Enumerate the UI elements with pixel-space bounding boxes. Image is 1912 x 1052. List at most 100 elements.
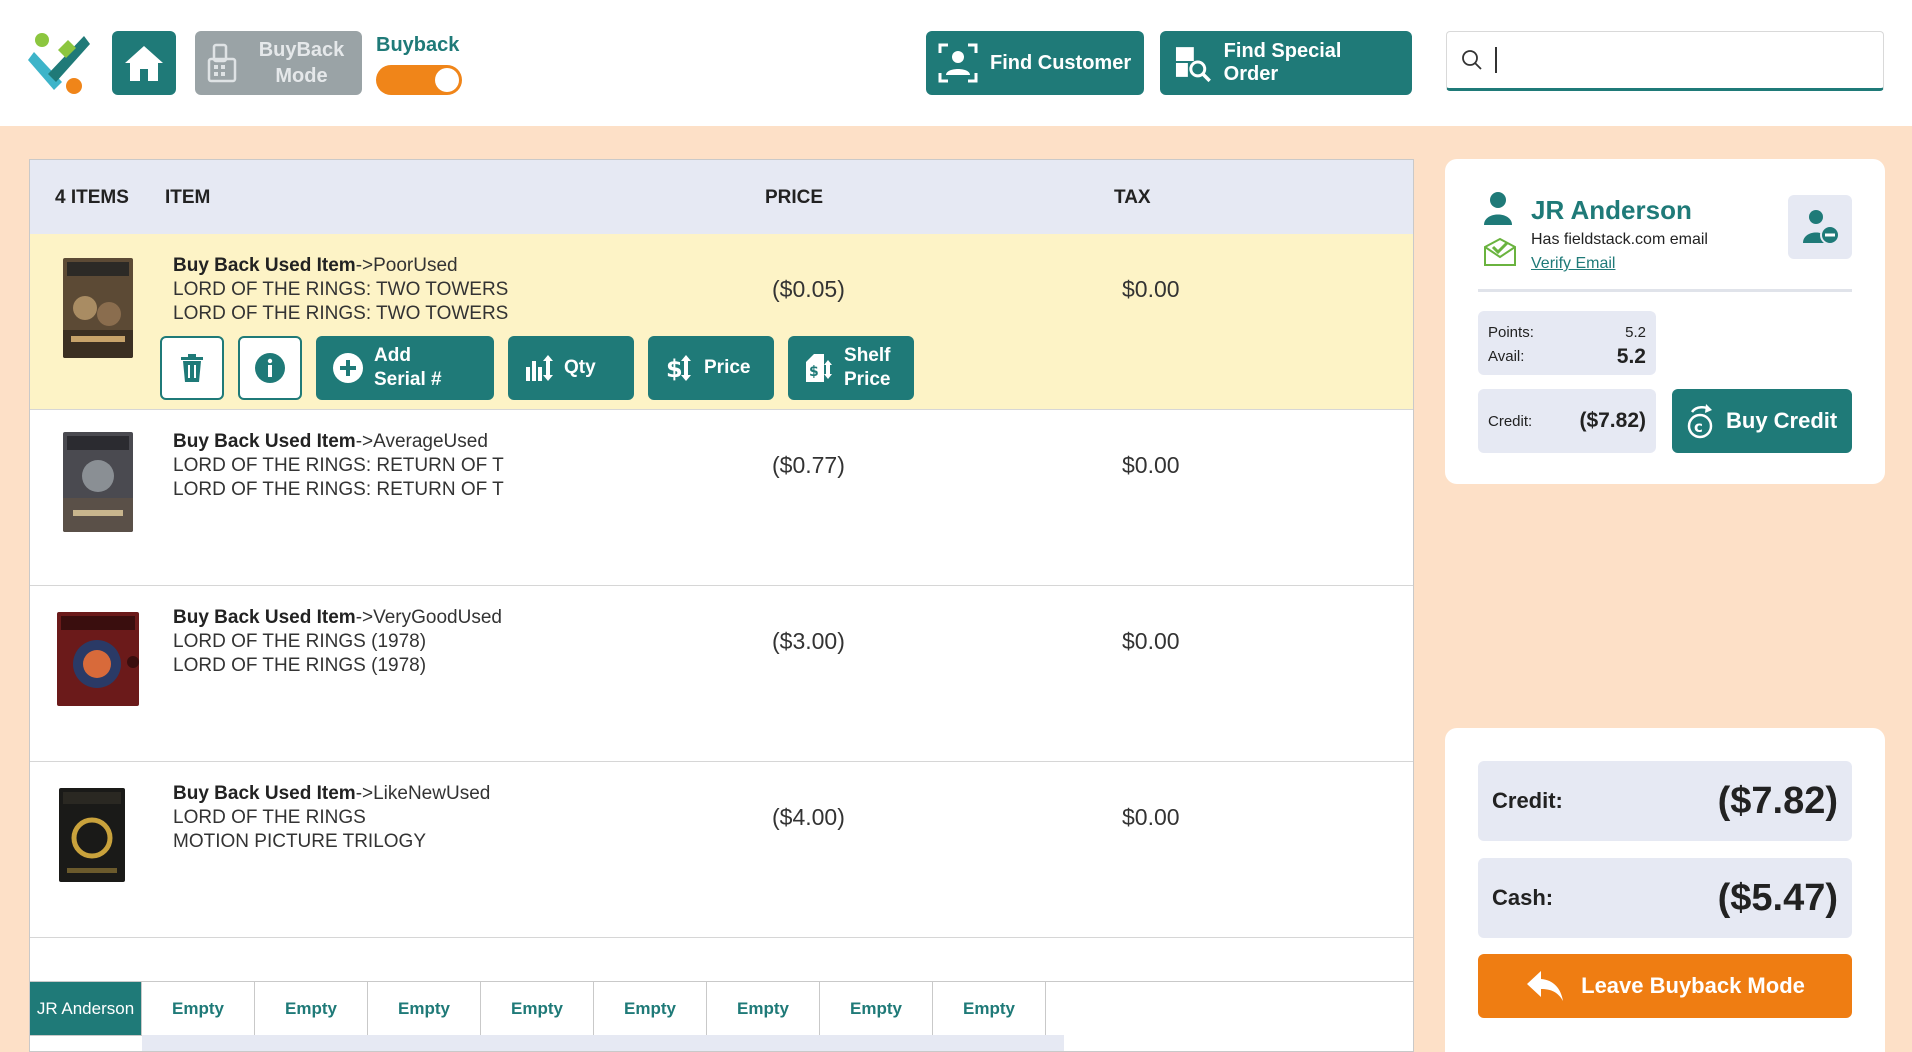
- text-caret: [1495, 47, 1497, 73]
- item-description: Buy Back Used Item->LikeNewUsed LORD OF …: [173, 782, 490, 854]
- credit-box: Credit: ($7.82): [1478, 389, 1656, 453]
- find-special-order-button[interactable]: Find Special Order: [1160, 31, 1412, 95]
- credit-value: ($7.82): [1579, 409, 1646, 432]
- delete-button[interactable]: [160, 336, 224, 400]
- customer-tab-empty[interactable]: Empty: [707, 982, 820, 1036]
- find-special-order-label: Find Special Order: [1223, 40, 1342, 85]
- home-button[interactable]: [112, 31, 176, 95]
- item-thumbnail: [63, 258, 133, 358]
- table-row[interactable]: Buy Back Used Item->PoorUsed LORD OF THE…: [30, 234, 1413, 410]
- item-subtitle: LORD OF THE RINGS: TWO TOWERS: [173, 303, 509, 324]
- tab-strip: [142, 1035, 1064, 1051]
- points-box: Points: 5.2 Avail: 5.2: [1478, 311, 1656, 375]
- credit-total-row: Credit: ($7.82): [1478, 761, 1852, 841]
- app-logo: [28, 33, 90, 94]
- shelf-price-button[interactable]: $ Shelf Price: [788, 336, 914, 400]
- buyback-toggle[interactable]: [376, 65, 462, 95]
- customer-tab-empty[interactable]: Empty: [255, 982, 368, 1036]
- customer-tab-empty[interactable]: Empty: [481, 982, 594, 1036]
- email-verified-icon: [1484, 237, 1516, 266]
- item-subtitle: LORD OF THE RINGS (1978): [173, 655, 427, 676]
- table-row[interactable]: Buy Back Used Item->AverageUsed LORD OF …: [30, 410, 1413, 586]
- avail-label: Avail:: [1488, 348, 1525, 365]
- table-row[interactable]: Buy Back Used Item->VeryGoodUsed LORD OF…: [30, 586, 1413, 762]
- divider: [1478, 289, 1852, 292]
- item-title: LORD OF THE RINGS: [173, 807, 366, 828]
- verify-email-link[interactable]: Verify Email: [1531, 255, 1615, 273]
- customer-tab-empty[interactable]: Empty: [820, 982, 933, 1036]
- dollar-arrows-icon: $: [666, 355, 691, 383]
- item-description: Buy Back Used Item->AverageUsed LORD OF …: [173, 430, 504, 502]
- info-icon: [255, 353, 285, 383]
- col-price: PRICE: [765, 187, 824, 208]
- cart-table: 4 ITEMS ITEM PRICE TAX Buy Back Used Ite…: [29, 159, 1414, 1052]
- order-search-icon: [1175, 47, 1211, 83]
- buy-credit-button[interactable]: c Buy Credit: [1672, 389, 1852, 453]
- toggle-knob: [435, 68, 459, 92]
- svg-text:c: c: [1694, 418, 1703, 436]
- customer-tab-empty[interactable]: Empty: [368, 982, 481, 1036]
- item-subtitle: MOTION PICTURE TRILOGY: [173, 831, 427, 852]
- svg-text:$: $: [809, 364, 819, 380]
- customer-name: JR Anderson: [1531, 195, 1692, 225]
- item-tax: $0.00: [1122, 628, 1180, 654]
- buyback-toggle-label: Buyback: [376, 34, 460, 56]
- price-tag-icon: $: [806, 354, 832, 382]
- find-customer-label: Find Customer: [990, 51, 1132, 74]
- item-condition: ->LikeNewUsed: [355, 783, 491, 804]
- search-bar[interactable]: [1446, 31, 1884, 91]
- item-title: LORD OF THE RINGS: TWO TOWERS: [173, 279, 509, 300]
- price-button[interactable]: $ Price: [648, 336, 774, 400]
- item-price: ($0.05): [772, 276, 845, 302]
- table-header: 4 ITEMS ITEM PRICE TAX: [30, 160, 1413, 234]
- item-tax: $0.00: [1122, 452, 1180, 478]
- item-count: 4 ITEMS: [55, 187, 129, 208]
- customer-tab-active[interactable]: JR Anderson: [30, 982, 142, 1036]
- remove-customer-button[interactable]: [1788, 195, 1852, 259]
- item-title: LORD OF THE RINGS (1978): [173, 631, 427, 652]
- item-thumbnail: [63, 432, 133, 532]
- points-label: Points:: [1488, 324, 1534, 341]
- info-button[interactable]: [238, 336, 302, 400]
- item-type: Buy Back Used Item: [173, 431, 356, 452]
- search-input[interactable]: [1509, 47, 1879, 73]
- item-price: ($4.00): [772, 804, 845, 830]
- item-condition: ->PoorUsed: [355, 255, 458, 276]
- totals-card: Credit: ($7.82) Cash: ($5.47) Leave Buyb…: [1445, 728, 1885, 1052]
- item-type: Buy Back Used Item: [173, 255, 356, 276]
- buyback-mode-label: BuyBack Mode: [258, 39, 345, 87]
- customer-tab-empty[interactable]: Empty: [933, 982, 1046, 1036]
- item-type: Buy Back Used Item: [173, 783, 356, 804]
- shelf-price-label-1: Shelf: [844, 345, 891, 366]
- table-row[interactable]: Buy Back Used Item->LikeNewUsed LORD OF …: [30, 762, 1413, 938]
- leave-buyback-button[interactable]: Leave Buyback Mode: [1478, 954, 1852, 1018]
- buyback-mode-button[interactable]: BuyBack Mode: [195, 31, 362, 95]
- item-condition: ->VeryGoodUsed: [355, 607, 502, 628]
- register-icon: [195, 43, 251, 83]
- person-icon: [1484, 192, 1512, 225]
- qty-button[interactable]: Qty: [508, 336, 634, 400]
- add-serial-label-1: Add: [374, 345, 411, 366]
- customer-tab-empty[interactable]: Empty: [594, 982, 707, 1036]
- item-price: ($3.00): [772, 628, 845, 654]
- plus-circle-icon: [333, 353, 363, 383]
- item-tax: $0.00: [1122, 804, 1180, 830]
- trash-icon: [181, 354, 203, 382]
- add-serial-button[interactable]: Add Serial #: [316, 336, 494, 400]
- item-tax: $0.00: [1122, 276, 1180, 302]
- credit-total-label: Credit:: [1492, 788, 1563, 813]
- item-condition: ->AverageUsed: [355, 431, 488, 452]
- credit-label: Credit:: [1488, 412, 1533, 430]
- quantity-icon: [526, 355, 553, 381]
- customer-tab-empty[interactable]: Empty: [142, 982, 255, 1036]
- cash-total-value: ($5.47): [1717, 876, 1838, 919]
- col-item: ITEM: [165, 187, 211, 208]
- find-customer-button[interactable]: Find Customer: [926, 31, 1144, 95]
- row-actions: Add Serial # Qty $ Price $ Shelf Price: [160, 336, 914, 400]
- credit-coin-icon: c: [1687, 404, 1713, 439]
- avail-value: 5.2: [1616, 345, 1646, 368]
- item-thumbnail: [59, 788, 125, 882]
- customer-tabs: JR Anderson Empty Empty Empty Empty Empt…: [30, 981, 1413, 1051]
- buyback-toggle-group: Buyback: [376, 34, 466, 95]
- add-serial-label-2: Serial #: [374, 369, 442, 390]
